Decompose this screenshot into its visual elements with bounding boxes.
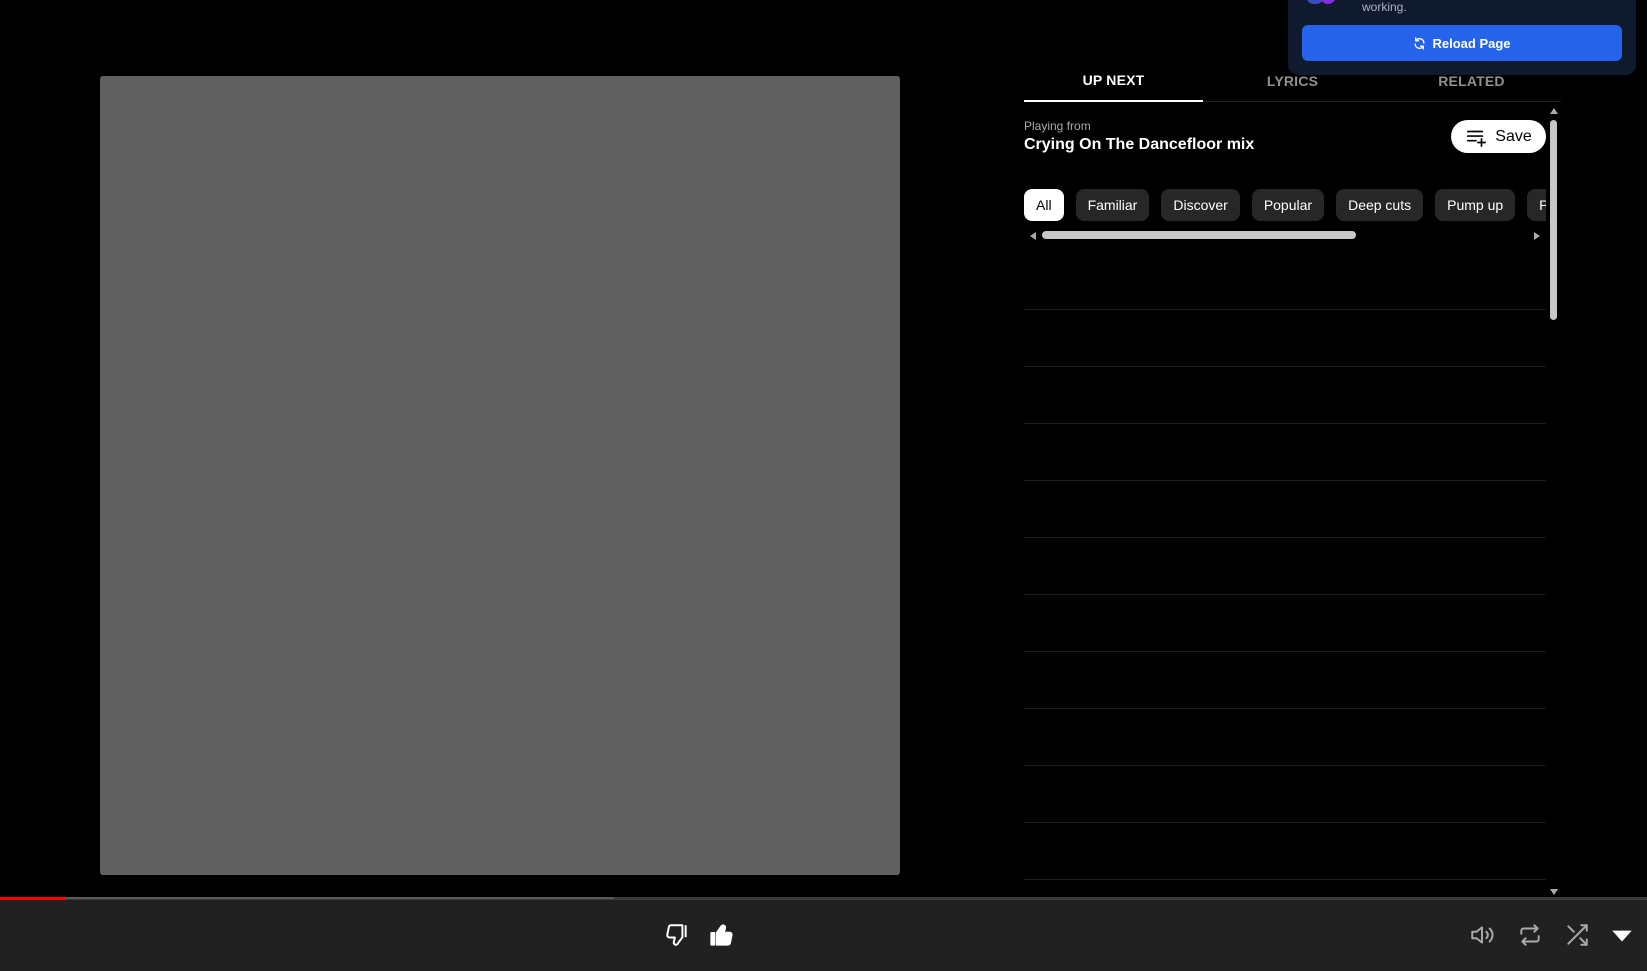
extension-logo-icon (1306, 0, 1338, 4)
chip-popular[interactable]: Popular (1251, 189, 1325, 221)
scroll-down-arrow-icon[interactable] (1550, 889, 1558, 895)
queue-item[interactable] (1024, 424, 1546, 481)
scroll-right-arrow-icon[interactable] (1534, 232, 1540, 240)
queue-list (1024, 253, 1546, 880)
chip-deep-cuts[interactable]: Deep cuts (1336, 189, 1424, 221)
player-bar (0, 900, 1647, 971)
save-button-label: Save (1495, 127, 1532, 145)
notification-message: working. (1362, 0, 1407, 14)
chip-pump-up[interactable]: Pump up (1435, 189, 1516, 221)
refresh-icon (1415, 36, 1425, 50)
queue-item[interactable] (1024, 538, 1546, 595)
queue-item[interactable] (1024, 481, 1546, 538)
shuffle-icon[interactable] (1564, 922, 1590, 948)
queue-item[interactable] (1024, 766, 1546, 823)
scrollbar-thumb[interactable] (1550, 120, 1557, 320)
playlist-add-icon (1467, 130, 1487, 147)
queue-vertical-scrollbar[interactable] (1549, 108, 1559, 895)
thumbs-down-icon[interactable] (664, 922, 690, 948)
scrollbar-thumb[interactable] (1042, 231, 1356, 239)
chip-filter-bar: All Familiar Discover Popular Deep cuts … (1024, 189, 1546, 225)
chip-familiar[interactable]: Familiar (1075, 189, 1150, 221)
notification-popup: working. Reload Page (1288, 0, 1636, 75)
queue-item[interactable] (1024, 253, 1546, 310)
playing-from-label: Playing from (1024, 119, 1091, 133)
thumbs-up-icon[interactable] (709, 922, 735, 948)
expand-down-icon[interactable] (1609, 922, 1635, 948)
queue-item[interactable] (1024, 652, 1546, 709)
reload-page-button[interactable]: Reload Page (1302, 25, 1622, 61)
reload-page-label: Reload Page (1432, 35, 1511, 51)
volume-icon[interactable] (1469, 922, 1495, 948)
chip-party[interactable]: Party (1527, 189, 1546, 221)
buffer-fill (0, 897, 615, 899)
playing-from-title: Crying On The Dancefloor mix (1024, 136, 1255, 153)
album-artwork (100, 76, 900, 875)
scroll-up-arrow-icon[interactable] (1550, 108, 1558, 114)
queue-item[interactable] (1024, 709, 1546, 766)
tab-up-next[interactable]: UP NEXT (1024, 60, 1203, 102)
chips-horizontal-scrollbar[interactable] (1024, 229, 1546, 243)
queue-item[interactable] (1024, 310, 1546, 367)
chip-discover[interactable]: Discover (1161, 189, 1240, 221)
side-panel: UP NEXT LYRICS RELATED Playing from Cryi… (1024, 60, 1561, 895)
playing-from: Playing from Crying On The Dancefloor mi… (1024, 119, 1254, 154)
queue-item[interactable] (1024, 823, 1546, 880)
scroll-left-arrow-icon[interactable] (1030, 232, 1036, 240)
save-button[interactable]: Save (1451, 120, 1546, 153)
queue-item[interactable] (1024, 367, 1546, 424)
repeat-icon[interactable] (1517, 922, 1543, 948)
chip-all[interactable]: All (1024, 189, 1064, 221)
queue-item[interactable] (1024, 595, 1546, 652)
